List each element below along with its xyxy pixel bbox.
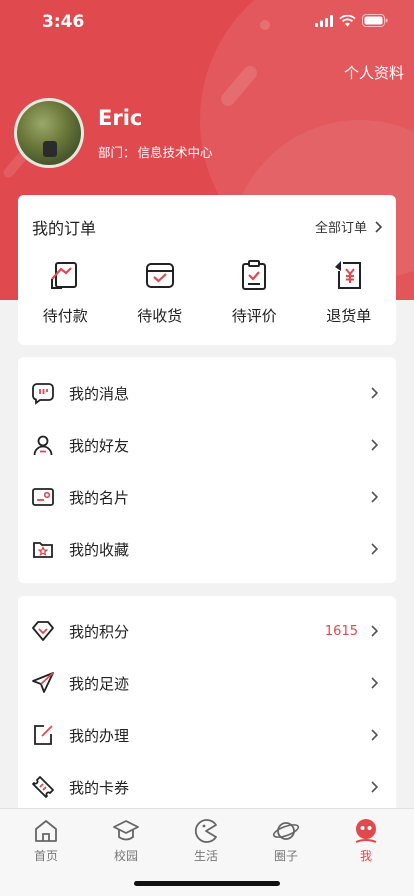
me-face-icon	[355, 819, 377, 843]
order-label: 待评价	[231, 307, 277, 325]
chevron-right-icon	[371, 491, 378, 503]
campus-cap-icon	[113, 820, 139, 841]
menu-item-footprints[interactable]: 我的足迹	[18, 657, 396, 709]
menu-item-label: 我的收藏	[69, 540, 130, 559]
menu-item-label: 我的足迹	[69, 674, 130, 693]
menu-item-label: 我的名片	[69, 488, 130, 507]
department-label: 部门：	[98, 145, 136, 160]
tab-life[interactable]: 生活	[166, 817, 246, 864]
profile-details-link[interactable]: 个人资料	[344, 62, 404, 83]
tab-campus[interactable]: 校园	[86, 817, 166, 864]
all-orders-link[interactable]: 全部订单	[315, 217, 382, 236]
business-card-icon	[32, 488, 54, 506]
tab-label: 圈子	[273, 849, 298, 863]
chevron-right-icon	[371, 781, 378, 793]
tab-me[interactable]: 我	[326, 817, 406, 864]
chevron-right-icon	[375, 220, 382, 233]
order-label: 待收货	[137, 307, 183, 325]
points-diamond-icon	[32, 621, 54, 641]
menu-item-label: 我的办理	[69, 726, 130, 745]
user-name: Eric	[98, 106, 143, 130]
menu-item-handling[interactable]: 我的办理	[18, 709, 396, 761]
pending-payment-icon	[51, 262, 78, 289]
battery-icon	[362, 14, 388, 27]
chevron-right-icon	[371, 729, 378, 741]
department-value: 信息技术中心	[137, 145, 213, 160]
status-time: 3:46	[42, 12, 85, 32]
coupon-ticket-icon	[32, 776, 54, 798]
all-orders-label: 全部订单	[314, 221, 367, 236]
menu-card-social: 我的消息 我的好友 我的名片 我的收藏	[18, 357, 396, 583]
chevron-right-icon	[371, 543, 378, 555]
life-pacman-icon	[194, 819, 217, 843]
favorites-icon	[33, 542, 53, 558]
tab-label: 我	[359, 849, 372, 863]
order-returns[interactable]: 退货单	[302, 257, 397, 326]
tab-label: 首页	[33, 849, 58, 863]
chevron-right-icon	[371, 625, 378, 637]
menu-item-messages[interactable]: 我的消息	[18, 367, 396, 419]
tab-label: 校园	[113, 849, 138, 863]
menu-item-label: 我的卡券	[69, 778, 130, 797]
order-status-row: 待付款 待收货 待评价 退货单	[18, 257, 396, 326]
handling-edit-icon	[34, 725, 53, 745]
home-icon	[35, 820, 57, 842]
return-order-icon	[334, 261, 361, 289]
menu-item-label: 我的好友	[69, 436, 130, 455]
menu-item-favorites[interactable]: 我的收藏	[18, 523, 396, 575]
pending-review-icon	[242, 260, 267, 290]
chevron-right-icon	[371, 439, 378, 451]
pending-receipt-icon	[145, 263, 174, 288]
home-indicator	[134, 881, 280, 886]
orders-title: 我的订单	[32, 219, 97, 238]
chevron-right-icon	[371, 387, 378, 399]
status-bar: 3:46	[0, 0, 414, 46]
order-pending-receipt[interactable]: 待收货	[113, 257, 208, 326]
avatar[interactable]	[14, 98, 84, 168]
user-department: 部门： 信息技术中心	[98, 142, 213, 161]
cellular-signal-icon	[315, 14, 333, 27]
circle-planet-icon	[272, 822, 300, 840]
chevron-right-icon	[371, 677, 378, 689]
menu-item-coupons[interactable]: 我的卡券	[18, 761, 396, 813]
order-pending-review[interactable]: 待评价	[207, 257, 302, 326]
orders-card: 我的订单 全部订单 待付款 待收货 待评价 退货单	[18, 195, 396, 345]
order-label: 退货单	[326, 307, 372, 325]
tab-circle[interactable]: 圈子	[246, 817, 326, 864]
menu-item-friends[interactable]: 我的好友	[18, 419, 396, 471]
order-pending-payment[interactable]: 待付款	[18, 257, 113, 326]
footprint-plane-icon	[32, 672, 54, 693]
wifi-icon	[339, 14, 356, 26]
tab-home[interactable]: 首页	[6, 817, 86, 864]
menu-item-label: 我的积分	[69, 622, 130, 641]
tab-label: 生活	[193, 849, 218, 863]
message-icon	[32, 383, 54, 405]
menu-item-business-card[interactable]: 我的名片	[18, 471, 396, 523]
points-value: 1615	[324, 623, 358, 639]
order-label: 待付款	[42, 307, 88, 325]
menu-item-points[interactable]: 我的积分 1615	[18, 605, 396, 657]
status-icons	[315, 14, 388, 27]
friend-icon	[33, 435, 53, 456]
menu-card-services: 我的积分 1615 我的足迹 我的办理 我的卡券	[18, 596, 396, 808]
menu-item-label: 我的消息	[69, 384, 130, 403]
